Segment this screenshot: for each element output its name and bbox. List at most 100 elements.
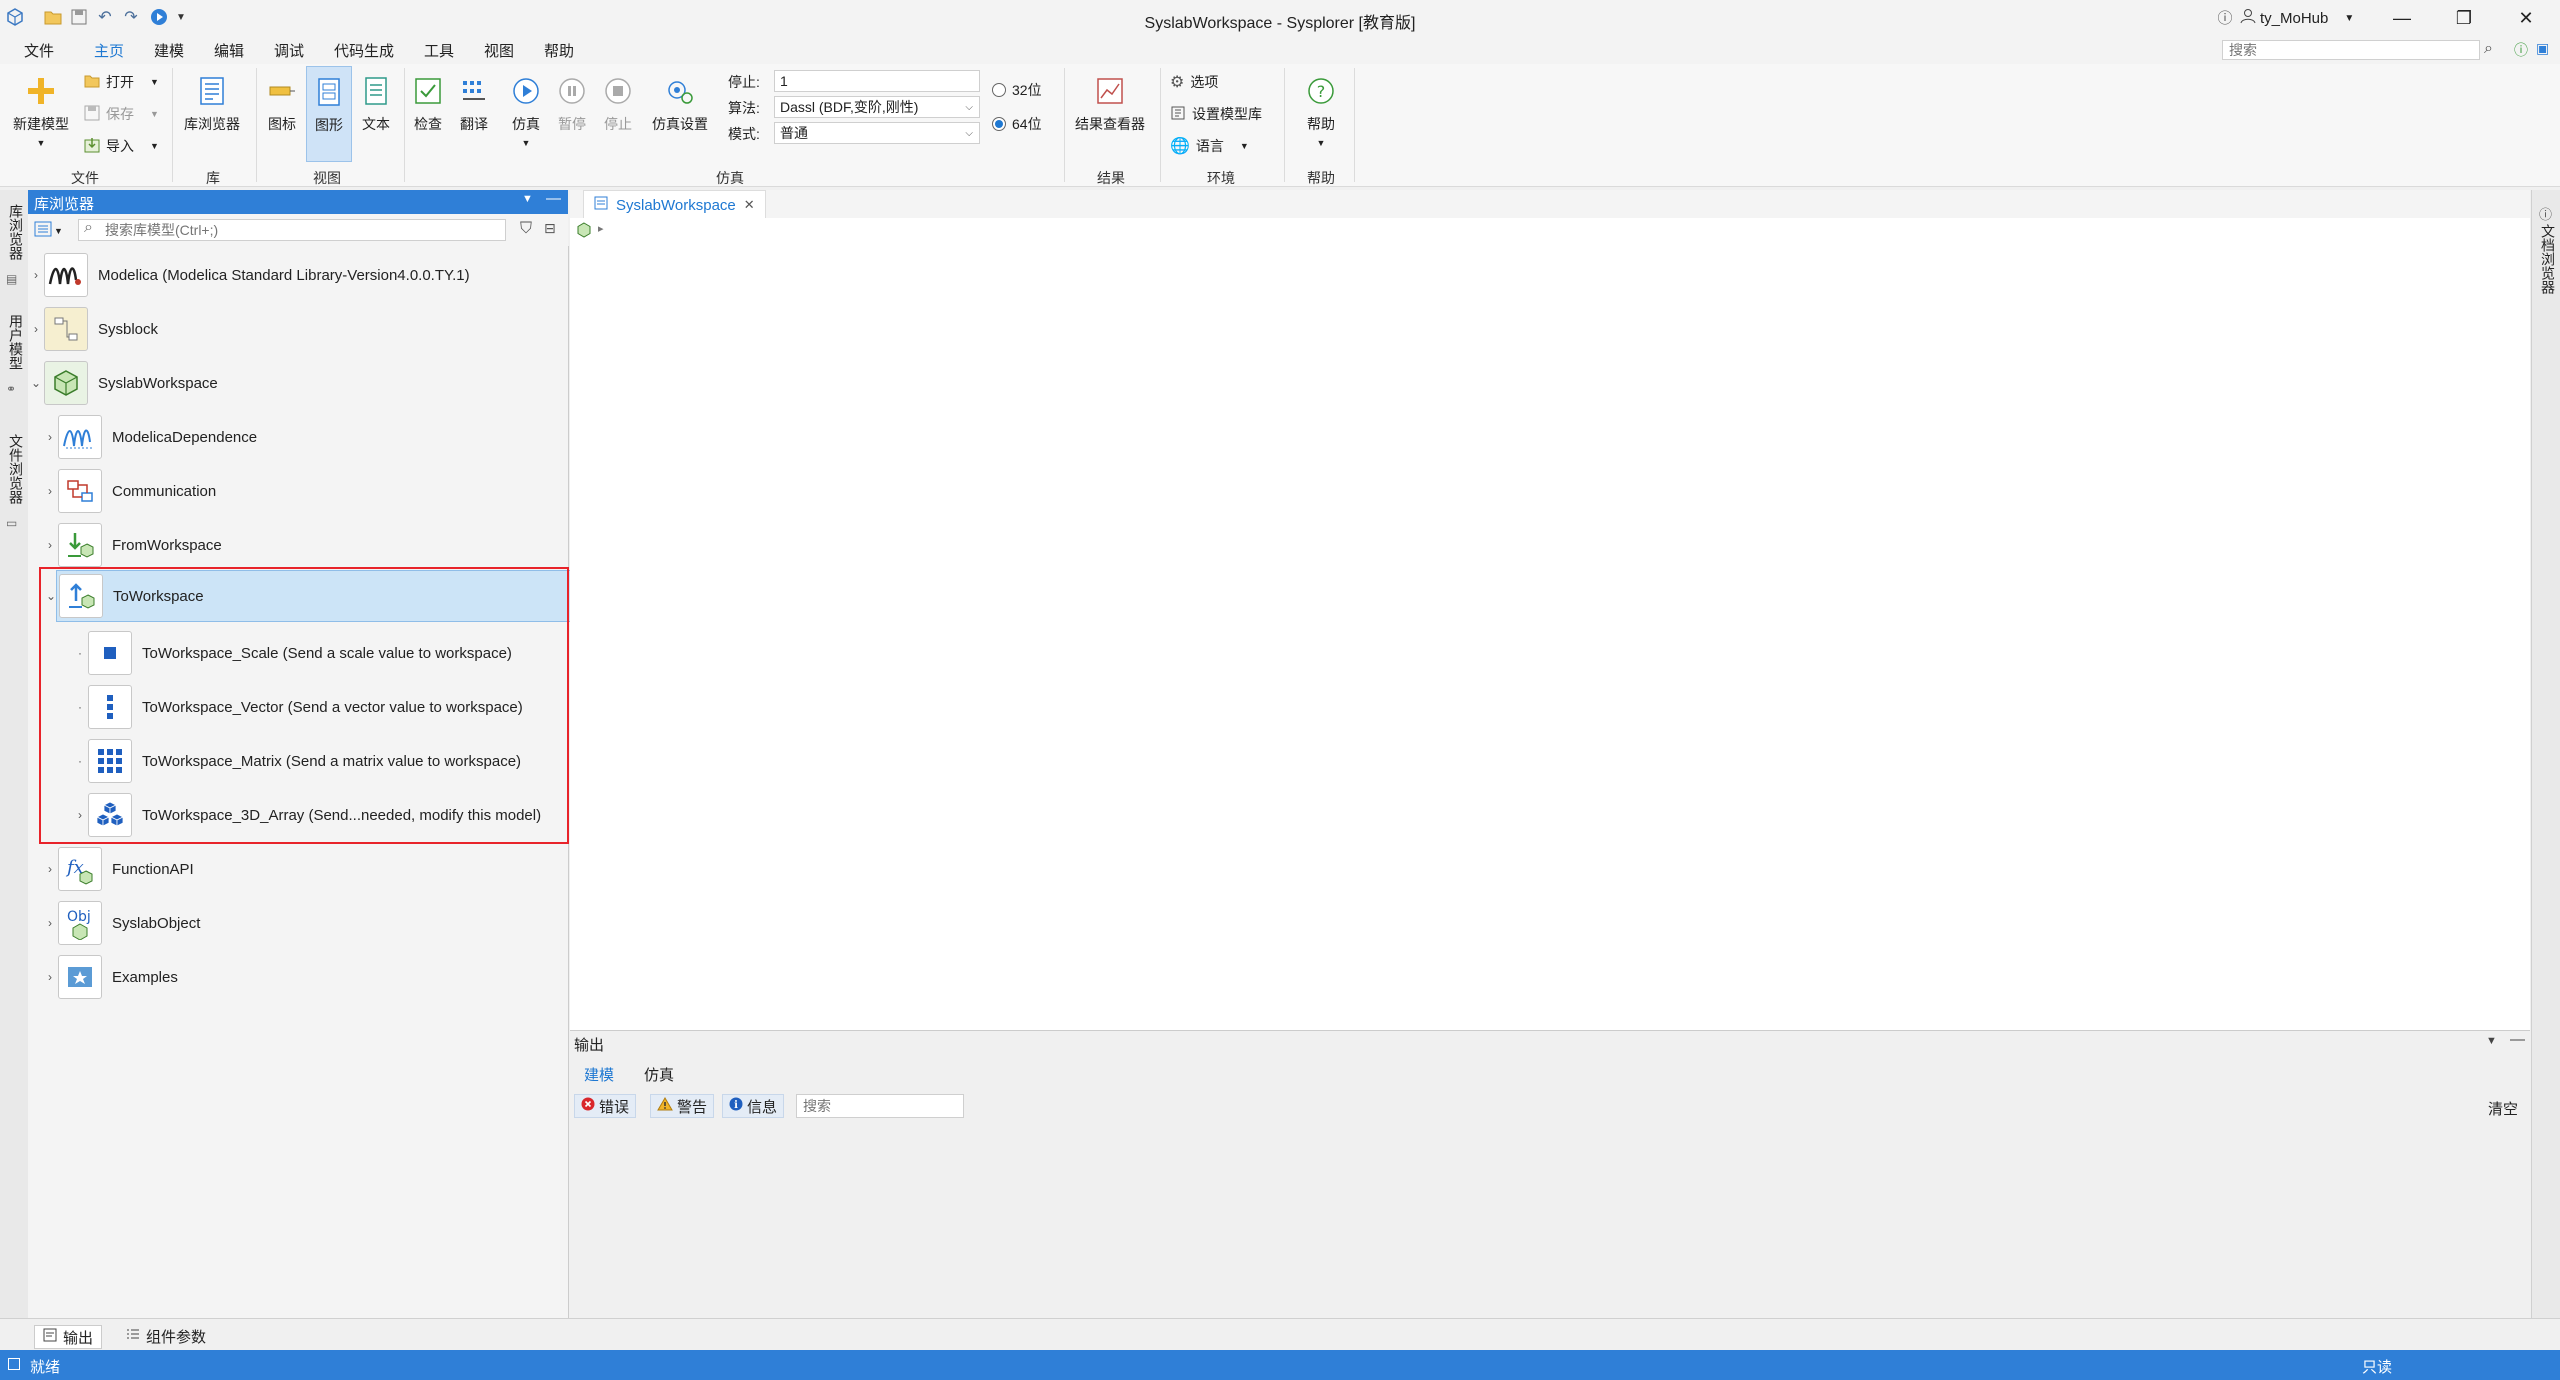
language-button[interactable]: 🌐 语言 ▼: [1170, 136, 1249, 156]
stop-button[interactable]: 停止: [600, 74, 636, 134]
expand-arrow-icon[interactable]: ›: [42, 916, 58, 930]
side-tab-user-models[interactable]: 用户模型: [6, 314, 26, 370]
radio-64bit[interactable]: 64位: [992, 114, 1042, 134]
output-search-input[interactable]: [796, 1094, 964, 1118]
global-search-input[interactable]: [2222, 40, 2480, 60]
view-text-button[interactable]: 文本: [356, 74, 396, 134]
bottom-tab-output[interactable]: 输出: [34, 1325, 103, 1349]
expand-arrow-icon[interactable]: ›: [28, 322, 44, 336]
options-button[interactable]: ⚙ 选项: [1170, 72, 1218, 92]
menu-file[interactable]: 文件: [20, 40, 58, 61]
language-label: 语言: [1195, 138, 1224, 154]
tree-item-examples[interactable]: › Examples: [42, 952, 568, 1002]
output-dropdown-icon[interactable]: ▼: [2486, 1035, 2497, 1047]
filter-warning-button[interactable]: 警告: [650, 1094, 715, 1118]
bottom-tab-bar: 输出 组件参数: [0, 1318, 2560, 1351]
tree-item-sysblock[interactable]: › Sysblock: [28, 304, 568, 354]
tree-item-communication[interactable]: › Communication: [42, 466, 568, 516]
filter-info-button[interactable]: i 信息: [722, 1094, 785, 1118]
simulate-button[interactable]: 仿真 ▼: [508, 74, 544, 148]
help-circle-icon[interactable]: ⓘ: [2514, 40, 2528, 60]
breadcrumb-arrow-icon[interactable]: ▸: [598, 222, 604, 235]
minimize-button[interactable]: —: [2372, 0, 2432, 36]
group-view: 视图: [313, 170, 341, 186]
save-button[interactable]: 保存 ▼: [84, 104, 159, 124]
menu-debug[interactable]: 调试: [270, 40, 308, 61]
sim-settings-button[interactable]: 仿真设置: [644, 74, 716, 134]
tree-item-modelica[interactable]: › Modelica (Modelica Standard Library-Ve…: [28, 250, 568, 300]
tree-item-syslab-object[interactable]: › Obj SyslabObject: [42, 898, 568, 948]
help-button[interactable]: ? 帮助 ▼: [1296, 74, 1346, 148]
menu-help[interactable]: 帮助: [540, 40, 578, 61]
collapse-arrow-icon[interactable]: ⌄: [28, 376, 44, 390]
document-tab-syslab-workspace[interactable]: SyslabWorkspace ✕: [583, 190, 766, 219]
open-folder-icon[interactable]: [42, 6, 64, 28]
expand-arrow-icon[interactable]: ›: [42, 538, 58, 552]
filter-error-button[interactable]: 错误: [574, 1094, 637, 1118]
function-api-icon: fx: [58, 847, 102, 891]
translate-button[interactable]: 翻译: [456, 74, 492, 134]
search-icon[interactable]: ⌕: [2484, 40, 2493, 58]
side-tab-document-browser[interactable]: 文档浏览器: [2538, 224, 2558, 294]
help-label: 帮助: [1307, 116, 1335, 132]
expand-arrow-icon[interactable]: ›: [42, 484, 58, 498]
menu-home[interactable]: 主页: [90, 40, 129, 66]
expand-arrow-icon[interactable]: ›: [42, 430, 58, 444]
bottom-tab-component-params[interactable]: 组件参数: [118, 1325, 214, 1347]
search-icon: ⌕: [84, 219, 93, 236]
panel-dropdown-icon[interactable]: ▼: [522, 193, 533, 205]
menu-codegen[interactable]: 代码生成: [330, 40, 398, 61]
breadcrumb-model-icon[interactable]: [576, 222, 592, 242]
expand-arrow-icon[interactable]: ›: [42, 862, 58, 876]
output-minimize-icon[interactable]: —: [2510, 1031, 2525, 1048]
menu-tools[interactable]: 工具: [420, 40, 458, 61]
close-icon[interactable]: ✕: [744, 197, 755, 213]
restore-button[interactable]: ❐: [2434, 0, 2494, 36]
menu-modeling[interactable]: 建模: [150, 40, 188, 61]
tree-item-syslab-workspace[interactable]: ⌄ SyslabWorkspace: [28, 358, 568, 408]
panel-minimize-icon[interactable]: —: [546, 190, 561, 207]
side-tab-library-browser[interactable]: 库浏览器: [6, 204, 26, 260]
result-viewer-button[interactable]: 结果查看器: [1068, 74, 1152, 134]
clear-button[interactable]: 清空: [2488, 1098, 2518, 1119]
expand-arrow-icon[interactable]: ›: [28, 268, 44, 282]
menu-view[interactable]: 视图: [480, 40, 518, 61]
import-button[interactable]: 导入 ▼: [84, 136, 159, 156]
app-logo-icon: [4, 6, 26, 28]
library-search-input[interactable]: [78, 219, 506, 241]
save-icon[interactable]: [68, 6, 90, 28]
collapse-all-icon[interactable]: ⊟: [544, 220, 556, 237]
library-browser-button[interactable]: 库浏览器: [176, 74, 248, 134]
menu-edit[interactable]: 编辑: [210, 40, 248, 61]
algorithm-select[interactable]: Dassl (BDF,变阶,刚性) ⌵: [774, 96, 980, 118]
redo-icon[interactable]: ↷: [120, 6, 142, 28]
close-button[interactable]: ✕: [2496, 0, 2556, 36]
check-button[interactable]: 检查: [410, 74, 446, 134]
output-tab-modeling[interactable]: 建模: [584, 1064, 615, 1093]
new-model-button[interactable]: 新建模型 ▼: [8, 74, 74, 148]
filter-icon[interactable]: ⛉: [520, 220, 532, 238]
view-diagram-button[interactable]: 图形: [306, 66, 352, 162]
output-tab-simulation[interactable]: 仿真: [644, 1064, 674, 1085]
view-icon-button[interactable]: 图标: [262, 74, 302, 134]
side-tab-file-browser[interactable]: 文件浏览器: [6, 434, 26, 504]
mode-select[interactable]: 普通 ⌵: [774, 122, 980, 144]
open-button[interactable]: 打开 ▼: [84, 72, 159, 92]
stop-time-input[interactable]: 1: [774, 70, 980, 92]
left-side-strip: 库浏览器 ▤ 用户模型 ⚭ 文件浏览器 ▭: [0, 190, 29, 1318]
pause-button[interactable]: 暂停: [554, 74, 590, 134]
tree-item-function-api[interactable]: › fx FunctionAPI: [42, 844, 568, 894]
set-model-lib-button[interactable]: 设置模型库: [1170, 104, 1262, 124]
info-icon[interactable]: ⓘ: [2214, 6, 2236, 28]
expand-arrow-icon[interactable]: ›: [42, 970, 58, 984]
diagram-canvas[interactable]: [570, 244, 2530, 1030]
tree-item-from-workspace[interactable]: › FromWorkspace: [42, 520, 568, 570]
user-menu[interactable]: ty_MoHub ▼: [2240, 8, 2354, 28]
run-icon[interactable]: [148, 6, 170, 28]
quick-access-dropdown-icon[interactable]: ▼: [170, 6, 192, 28]
library-view-menu[interactable]: ▼: [34, 221, 63, 241]
panel-icon[interactable]: ▣: [2536, 40, 2549, 57]
tree-item-modelica-dependence[interactable]: › ModelicaDependence: [42, 412, 568, 462]
radio-32bit[interactable]: 32位: [992, 80, 1042, 100]
undo-icon[interactable]: ↶: [94, 6, 116, 28]
